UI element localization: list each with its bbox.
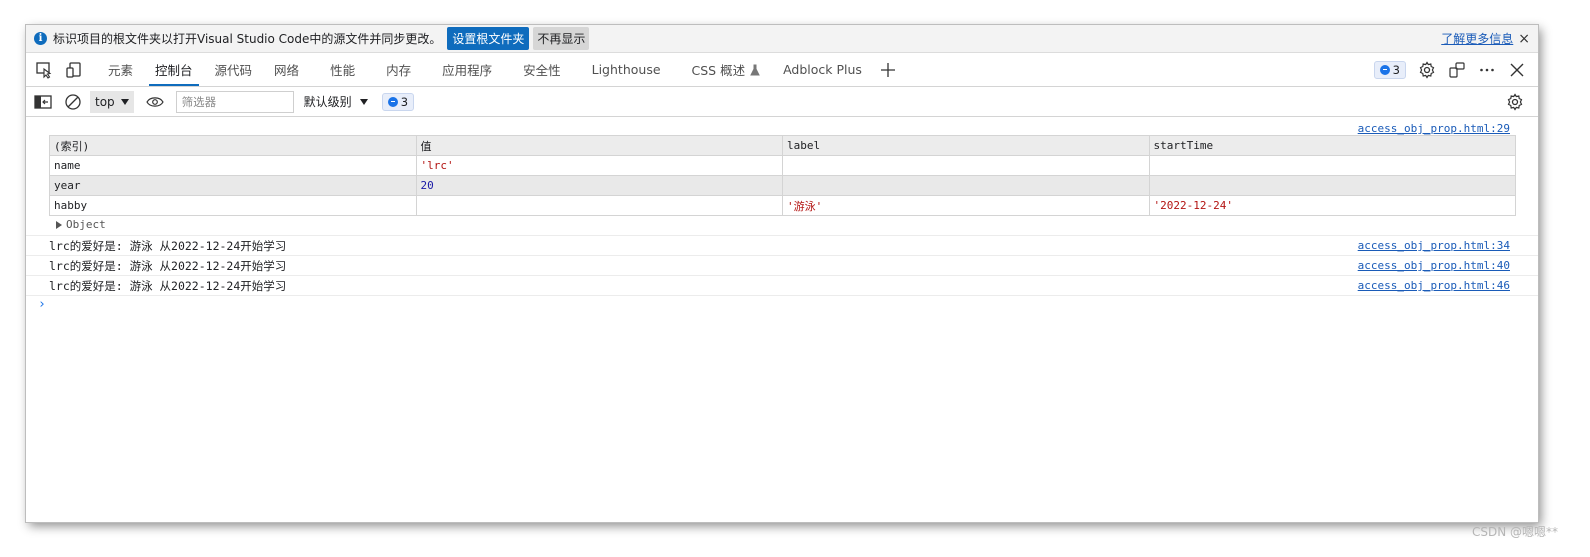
context-value: top: [95, 94, 115, 109]
table-cell-label: '游泳': [782, 195, 1150, 216]
console-issues-badge[interactable]: 3: [381, 92, 415, 111]
info-bar-close-icon[interactable]: ×: [1518, 31, 1530, 47]
table-header-row: (索引) 值 label startTime: [49, 135, 1516, 156]
connected-devices-icon[interactable]: [1442, 55, 1472, 85]
table-cell-starttime: [1148, 175, 1516, 196]
console-table: (索引) 值 label startTime name 'lrc' year 2…: [49, 135, 1516, 216]
console-prompt[interactable]: ›: [38, 297, 46, 312]
log-level-label: 默认级别: [303, 95, 352, 109]
more-options-icon[interactable]: [1472, 55, 1502, 85]
tab-css-overview[interactable]: CSS 概述: [681, 53, 773, 86]
table-header-value[interactable]: 值: [415, 135, 783, 156]
message-icon: [387, 96, 398, 107]
log-level-selector[interactable]: 默认级别: [304, 93, 368, 110]
table-cell-label: [782, 155, 1150, 176]
filter-input[interactable]: [175, 90, 294, 113]
log-message: lrc的爱好是: 游泳 从2022-12-24开始学习 access_obj_p…: [26, 236, 1538, 256]
clear-console-icon[interactable]: [58, 87, 88, 117]
table-cell-value: [415, 195, 783, 216]
devtools-window: i 标识项目的根文件夹以打开Visual Studio Code中的源文件并同步…: [26, 25, 1538, 522]
chevron-down-icon: [359, 98, 368, 105]
table-row: name 'lrc': [49, 155, 1516, 176]
log-text: lrc的爱好是: 游泳 从2022-12-24开始学习: [49, 258, 287, 273]
source-link[interactable]: access_obj_prop.html:40: [1358, 259, 1510, 272]
tab-performance[interactable]: 性能: [319, 53, 375, 86]
flask-icon: [750, 64, 760, 75]
learn-more-link[interactable]: 了解更多信息: [1441, 30, 1513, 47]
table-cell-value: 'lrc': [415, 155, 783, 176]
console-table-message: access_obj_prop.html:29 (索引) 值 label sta…: [26, 117, 1538, 236]
table-header-label[interactable]: label: [782, 135, 1150, 156]
tab-adblock-plus[interactable]: Adblock Plus: [772, 53, 873, 86]
log-message: lrc的爱好是: 游泳 从2022-12-24开始学习 access_obj_p…: [26, 276, 1538, 296]
table-cell-index: name: [49, 155, 417, 176]
add-tab-icon[interactable]: [873, 55, 903, 85]
expand-triangle-icon: [56, 220, 62, 229]
source-link[interactable]: access_obj_prop.html:46: [1358, 279, 1510, 292]
watermark: CSDN @嗯嗯**: [1471, 525, 1558, 539]
close-devtools-icon[interactable]: [1502, 55, 1532, 85]
tab-network[interactable]: 网络: [263, 53, 319, 86]
issues-badge[interactable]: 3: [1373, 60, 1406, 79]
console-toolbar: top 默认级别 3: [26, 87, 1538, 117]
console-output: access_obj_prop.html:29 (索引) 值 label sta…: [26, 117, 1538, 522]
set-root-folder-button[interactable]: 设置根文件夹: [447, 27, 530, 50]
object-expander[interactable]: Object: [56, 218, 106, 231]
table-header-index[interactable]: (索引): [49, 135, 417, 156]
tab-elements[interactable]: 元素: [97, 53, 144, 86]
table-row: habby '游泳' '2022-12-24': [49, 195, 1516, 216]
table-cell-starttime: '2022-12-24': [1148, 195, 1516, 216]
message-icon: [1379, 64, 1390, 75]
devtools-tab-bar: 元素 控制台 源代码 网络 性能 内存 应用程序 安全性 Lighthouse …: [26, 53, 1538, 87]
context-selector[interactable]: top: [90, 90, 134, 113]
table-cell-value: 20: [415, 175, 783, 196]
chevron-down-icon: [120, 98, 129, 105]
info-icon: i: [34, 32, 47, 45]
source-link[interactable]: access_obj_prop.html:34: [1358, 239, 1510, 252]
tab-css-overview-label: CSS 概述: [691, 63, 746, 78]
log-message: lrc的爱好是: 游泳 从2022-12-24开始学习 access_obj_p…: [26, 256, 1538, 276]
dont-show-again-button[interactable]: 不再显示: [533, 27, 590, 50]
log-text: lrc的爱好是: 游泳 从2022-12-24开始学习: [49, 278, 287, 293]
table-cell-index: habby: [49, 195, 417, 216]
live-expression-eye-icon[interactable]: [140, 87, 170, 117]
table-cell-label: [782, 175, 1150, 196]
tab-security[interactable]: 安全性: [512, 53, 581, 86]
tab-console[interactable]: 控制台: [144, 53, 204, 86]
info-bar: i 标识项目的根文件夹以打开Visual Studio Code中的源文件并同步…: [26, 25, 1538, 53]
issues-count: 3: [1392, 62, 1400, 77]
inspect-element-icon[interactable]: [29, 55, 59, 85]
tab-sources[interactable]: 源代码: [204, 53, 264, 86]
table-cell-index: year: [49, 175, 417, 196]
settings-gear-icon[interactable]: [1412, 55, 1442, 85]
table-cell-starttime: [1148, 155, 1516, 176]
console-issues-count: 3: [400, 94, 409, 109]
log-text: lrc的爱好是: 游泳 从2022-12-24开始学习: [49, 238, 287, 253]
info-bar-message: 标识项目的根文件夹以打开Visual Studio Code中的源文件并同步更改…: [53, 32, 442, 46]
tab-memory[interactable]: 内存: [375, 53, 431, 86]
device-emulation-icon[interactable]: [59, 55, 89, 85]
object-label: Object: [66, 218, 106, 231]
sidebar-toggle-icon[interactable]: [28, 87, 58, 117]
tab-lighthouse[interactable]: Lighthouse: [581, 53, 681, 86]
table-header-starttime[interactable]: startTime: [1148, 135, 1516, 156]
source-link[interactable]: access_obj_prop.html:29: [1358, 122, 1510, 135]
tab-application[interactable]: 应用程序: [431, 53, 512, 86]
console-settings-gear-icon[interactable]: [1500, 87, 1530, 117]
table-row: year 20: [49, 175, 1516, 196]
